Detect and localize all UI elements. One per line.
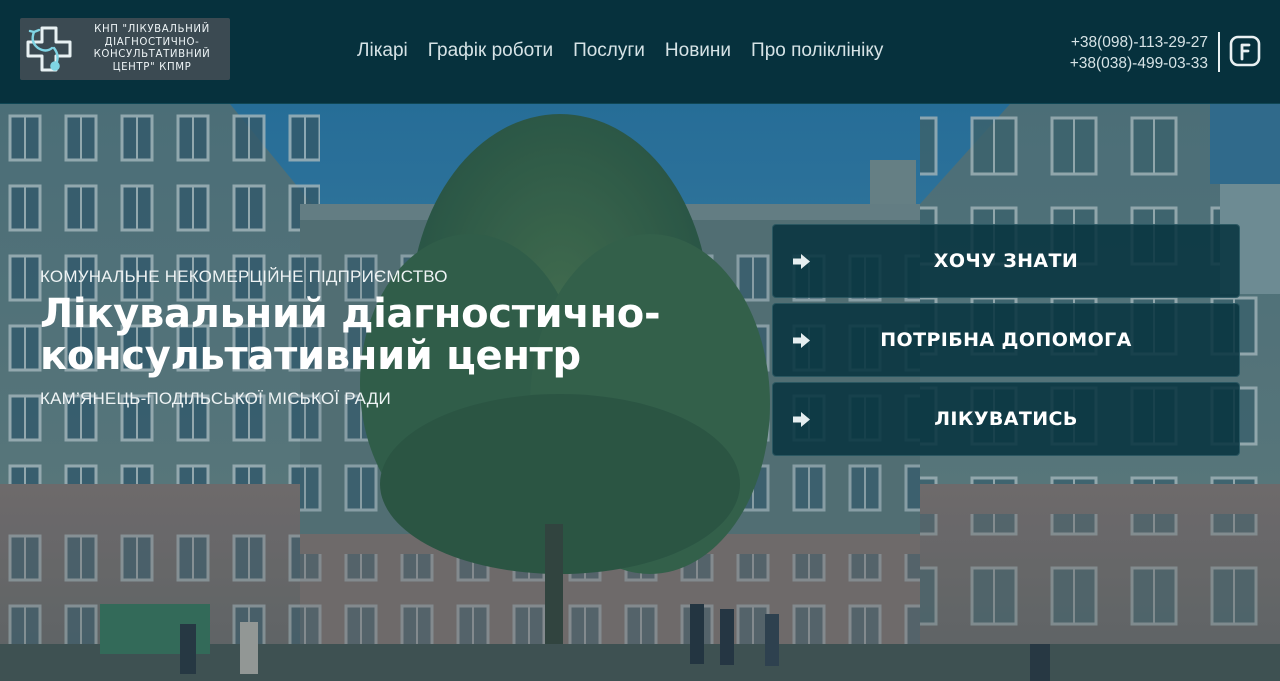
stethoscope-cross-icon <box>26 26 72 72</box>
hero-eyebrow: КОМУНАЛЬНЕ НЕКОМЕРЦІЙНЕ ПІДПРИЄМСТВО <box>40 267 448 286</box>
main-nav: Лікарі Графік роботи Послуги Новини Про … <box>357 40 883 62</box>
cta-need-help-button[interactable]: ПОТРІБНА ДОПОМОГА <box>772 303 1240 377</box>
cta-label: ЛІКУВАТИСЬ <box>934 408 1078 430</box>
logo-line: ЦЕНТР" КПМР <box>112 61 192 73</box>
facebook-icon <box>1229 35 1261 67</box>
phone-list: +38(098)-113-29-27 +38(038)-499-03-33 <box>1070 32 1208 74</box>
logo-line: ДІАГНОСТИЧНО- <box>104 36 200 48</box>
nav-link-doctors[interactable]: Лікарі <box>357 40 408 62</box>
hero-text-block: КОМУНАЛЬНЕ НЕКОМЕРЦІЙНЕ ПІДПРИЄМСТВО Лік… <box>40 267 760 409</box>
nav-link-services[interactable]: Послуги <box>573 40 645 62</box>
site-logo[interactable]: КНП "ЛІКУВАЛЬНИЙ ДІАГНОСТИЧНО- КОНСУЛЬТА… <box>20 18 230 80</box>
nav-link-about[interactable]: Про поліклініку <box>751 40 883 62</box>
hero-subtitle: КАМ’ЯНЕЦЬ-ПОДІЛЬСЬКОЇ МІСЬКОЇ РАДИ <box>40 389 391 408</box>
phone-link-1[interactable]: +38(098)-113-29-27 <box>1070 32 1208 53</box>
arrow-right-icon <box>793 333 810 348</box>
logo-line: КНП "ЛІКУВАЛЬНИЙ <box>94 24 210 35</box>
hero-title-line: Лікувальний діагностично- <box>40 291 661 337</box>
facebook-link[interactable] <box>1229 35 1261 67</box>
arrow-right-icon <box>793 254 810 269</box>
header-divider <box>1218 32 1220 72</box>
cta-label: ХОЧУ ЗНАТИ <box>933 250 1079 272</box>
hero-section: КОМУНАЛЬНЕ НЕКОМЕРЦІЙНЕ ПІДПРИЄМСТВО Лік… <box>0 104 1280 681</box>
arrow-right-icon <box>793 412 810 427</box>
logo-line: КОНСУЛЬТАТИВНИЙ <box>93 49 211 60</box>
hero-title-line: консультативний центр <box>40 333 581 379</box>
cta-list: ХОЧУ ЗНАТИ ПОТРІБНА ДОПОМОГА ЛІКУВАТИСЬ <box>772 224 1240 461</box>
hero-title: Лікувальний діагностично- консультативни… <box>40 293 760 377</box>
phone-link-2[interactable]: +38(038)-499-03-33 <box>1070 53 1208 74</box>
cta-want-to-know-button[interactable]: ХОЧУ ЗНАТИ <box>772 224 1240 298</box>
nav-link-news[interactable]: Новини <box>665 40 731 62</box>
nav-link-schedule[interactable]: Графік роботи <box>428 40 553 62</box>
site-header: КНП "ЛІКУВАЛЬНИЙ ДІАГНОСТИЧНО- КОНСУЛЬТА… <box>0 0 1280 104</box>
cta-label: ПОТРІБНА ДОПОМОГА <box>880 329 1132 351</box>
cta-get-treatment-button[interactable]: ЛІКУВАТИСЬ <box>772 382 1240 456</box>
logo-text: КНП "ЛІКУВАЛЬНИЙ ДІАГНОСТИЧНО- КОНСУЛЬТА… <box>80 24 230 74</box>
